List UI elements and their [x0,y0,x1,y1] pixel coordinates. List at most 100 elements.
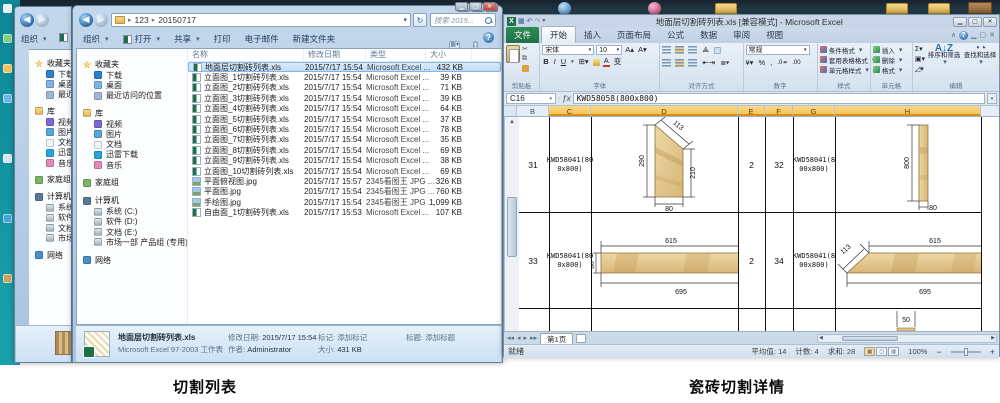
align-top-icon[interactable] [662,46,671,54]
minimize-button[interactable]: ▁ [455,2,468,11]
page-break-view-button[interactable]: ▥ [888,347,899,356]
ribbon-tab[interactable]: 文件 [506,27,539,43]
cell-c19[interactable]: KWD58041(800x800) [549,117,591,212]
shrink-font-icon[interactable]: A▾ [637,45,648,55]
breadcrumb-path1[interactable]: 123 [135,15,149,25]
increase-decimal-icon[interactable]: .0↠ [777,59,787,66]
phonetic-icon[interactable]: 变 [613,57,623,67]
decrease-decimal-icon[interactable]: .00 [792,60,800,66]
normal-view-button[interactable]: ▦ [864,347,875,356]
workbook-minimize-icon[interactable]: ▁ [971,31,976,40]
insert-sheet-icon[interactable] [576,334,586,343]
file-row[interactable]: 平面俯视图.jpg 2015/7/17 15:57 2345看图王 JPG ..… [188,176,501,186]
cell-g19[interactable]: KWD58041(800x800) [793,117,835,212]
scroll-left-icon[interactable]: ◀ [819,335,823,341]
nav-computer[interactable]: 计算机 [77,195,187,206]
address-dropdown-icon[interactable]: ▾ [403,16,407,24]
clear-icon[interactable]: ◿▾ [915,65,925,73]
toolbar-button[interactable]: 打印 [214,33,231,45]
file-row[interactable]: 立面图_1切割砖列表.xls 2015/7/17 15:54 Microsoft… [188,72,501,82]
file-row[interactable]: 平面图.jpg 2015/7/17 15:54 2345看图王 JPG ... … [188,187,501,197]
collapse-ribbon-icon[interactable]: ∧ [951,31,956,40]
cell-g20[interactable]: KWD58041(800x800) [793,213,835,308]
select-all-corner[interactable] [504,106,517,116]
format-painter-icon[interactable] [522,65,529,72]
file-row[interactable]: 立面图_4切割砖列表.xls 2015/7/17 15:54 Microsoft… [188,104,501,114]
ribbon-tab[interactable]: 数据 [692,27,725,43]
file-row[interactable]: 自由面_1切割砖列表.xls 2015/7/17 15:53 Microsoft… [188,207,501,217]
nav-item[interactable]: 桌面 [77,80,187,90]
back-icon[interactable]: ◀ [20,13,34,27]
column-date[interactable]: 修改日期 [304,49,366,61]
number-format-combo[interactable]: 常规▾ [746,45,810,55]
nav-item[interactable]: 最近访问的位置 [29,90,72,100]
scroll-up-icon[interactable]: ▲ [505,117,519,127]
percent-icon[interactable]: % [758,58,765,67]
align-left-icon[interactable] [662,59,671,67]
desktop-icon[interactable] [3,94,12,103]
column-header-c[interactable]: C [549,106,591,116]
help-icon[interactable]: ? [959,31,968,40]
close-button[interactable]: ✕ [983,17,997,27]
desktop-box-icon[interactable] [968,2,992,14]
underline-dropdown-icon[interactable]: ▾ [570,57,575,67]
zoom-slider-thumb[interactable] [964,348,968,356]
nav-item[interactable]: 市场一部 产品组 (专用) [77,237,187,247]
maximize-button[interactable]: ▢ [968,17,982,27]
nav-item[interactable]: 文档 (E:) [29,223,72,233]
copy-icon[interactable]: ⧉ [522,55,529,63]
last-sheet-icon[interactable]: ▸▸ [530,334,537,342]
file-row[interactable]: 手绘图.jpg 2015/7/17 15:54 2345看图王 JPG ... … [188,197,501,207]
wrap-text-icon[interactable] [714,47,721,54]
details-title[interactable]: 标题: 添加标题 [406,332,455,343]
vertical-scrollbar[interactable]: ▲ [504,117,519,331]
fill-color-icon[interactable] [593,59,600,66]
next-sheet-icon[interactable]: ▸ [524,334,528,342]
column-header-f[interactable]: F [765,106,793,116]
nav-item[interactable]: 迅雷下载 [77,150,187,160]
close-button[interactable]: ✕ [483,2,496,11]
first-sheet-icon[interactable]: ◂◂ [507,334,514,342]
ribbon-tab[interactable]: 公式 [659,27,692,43]
file-row[interactable]: 地面层切割砖列表.xls 2015/7/17 15:54 Microsoft E… [188,62,501,72]
toolbar-button[interactable]: 电子邮件 [245,33,279,45]
align-middle-icon[interactable] [675,46,684,54]
merge-center-icon[interactable]: ⧈▾ [720,58,730,68]
ribbon-tab[interactable]: 页面布局 [609,27,659,43]
column-header-d[interactable]: D [591,106,738,116]
nav-homegroup[interactable]: 家庭组 [77,177,187,188]
cell-f20[interactable]: 34 [765,213,793,308]
grow-font-icon[interactable]: A▴ [624,45,635,55]
bold-button[interactable]: B [542,57,549,67]
file-row[interactable]: 立面图_7切割砖列表.xls 2015/7/17 15:54 Microsoft… [188,135,501,145]
nav-item[interactable]: 迅雷下载 [29,148,72,158]
nav-network[interactable]: 网络 [77,255,187,266]
nav-libraries[interactable]: 库 [77,108,187,119]
find-select-button[interactable]: ◔◔ 查找和选择 [963,45,997,82]
save-icon[interactable]: ▦ [518,17,525,26]
refresh-button[interactable]: ↻ [413,13,427,27]
minimize-button[interactable]: ▁ [953,17,967,27]
cell-f19[interactable]: 32 [765,117,793,212]
cells-button[interactable]: 删除 [873,55,910,64]
page-layout-view-button[interactable]: ▢ [876,347,887,356]
search-box[interactable]: 搜索 2015... [430,13,496,27]
column-size[interactable]: 大小 [426,49,472,61]
nav-item[interactable]: 系统 (C:) [77,206,187,216]
nav-computer[interactable]: 计算机 [29,191,72,202]
style-button[interactable]: 套用表格格式 [820,55,868,64]
nav-item[interactable]: 系统 (C:) [29,202,72,212]
address-bar[interactable]: ▸ 123 ▸ 20150717 ▾ [111,13,411,27]
nav-homegroup[interactable]: 家庭组 [29,174,72,185]
italic-button[interactable]: I [553,57,557,67]
nav-item[interactable]: 视频 [77,119,187,129]
font-color-icon[interactable]: A [603,57,610,67]
desktop-folder-icon[interactable] [715,3,737,14]
help-icon[interactable]: ? [483,32,494,43]
column-header-h[interactable]: H [835,106,981,116]
font-name-combo[interactable]: 宋体▾ [542,45,594,55]
nav-item[interactable]: 文档 (E:) [77,227,187,237]
nav-libraries[interactable]: 库 [29,106,72,117]
borders-icon[interactable]: ⊞▾ [578,57,590,67]
nav-favorites[interactable]: 收藏夹 [77,59,187,70]
